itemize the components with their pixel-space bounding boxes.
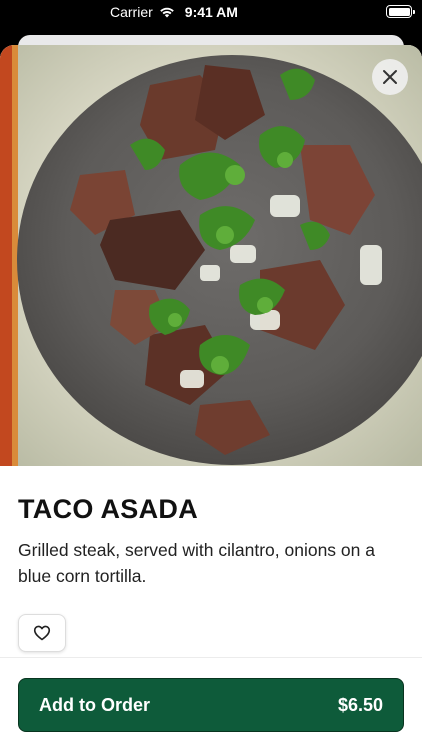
heart-outline-icon: [33, 625, 51, 641]
add-to-order-label: Add to Order: [39, 694, 150, 715]
item-photo: [0, 45, 422, 466]
wifi-icon: [159, 7, 174, 18]
add-to-order-button[interactable]: Add to Order $6.50: [18, 678, 404, 732]
item-description: Grilled steak, served with cilantro, oni…: [18, 540, 375, 586]
status-left: Carrier 9:41 AM: [110, 4, 238, 20]
item-title: TACO ASADA: [18, 494, 198, 524]
carrier-label: Carrier: [110, 4, 153, 20]
taco-photo-icon: [0, 45, 422, 466]
item-details: TACO ASADA Grilled steak, served with ci…: [0, 466, 422, 652]
footer-divider: [0, 657, 422, 658]
status-time: 9:41 AM: [184, 4, 238, 20]
battery-icon: [386, 5, 415, 18]
close-icon: [383, 70, 397, 84]
favorite-button[interactable]: [18, 614, 66, 652]
close-button[interactable]: [372, 59, 408, 95]
item-detail-sheet: TACO ASADA Grilled steak, served with ci…: [0, 45, 422, 750]
price-label: $6.50: [337, 694, 383, 715]
status-bar: Carrier 9:41 AM: [0, 0, 422, 26]
